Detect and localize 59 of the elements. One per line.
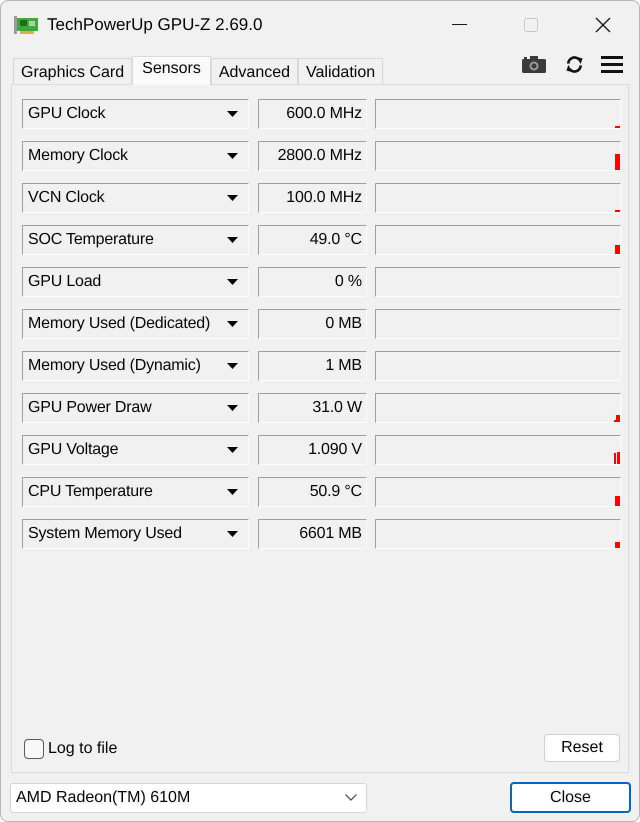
sensor-reading: 0 MB <box>258 309 367 339</box>
sensor-select[interactable]: CPU Temperature <box>22 477 250 507</box>
sensor-select[interactable]: System Memory Used <box>22 519 250 549</box>
sensor-reading: 6601 MB <box>258 519 367 549</box>
dropdown-arrow-icon <box>227 195 238 201</box>
sensor-reading: 1.090 V <box>258 435 367 465</box>
sensor-select[interactable]: VCN Clock <box>22 183 250 213</box>
log-checkbox[interactable] <box>24 738 44 758</box>
graph-trace <box>615 245 620 254</box>
dropdown-arrow-icon <box>227 237 238 243</box>
sensor-reading: 1 MB <box>258 351 367 381</box>
sensor-reading: 31.0 W <box>258 393 367 423</box>
sensor-reading: 50.9 °C <box>258 477 367 507</box>
tab[interactable]: Advanced <box>210 58 298 84</box>
sensor-reading: 49.0 °C <box>258 225 367 255</box>
tab[interactable]: Sensors <box>132 56 211 85</box>
sensor-select[interactable]: Memory Used (Dynamic) <box>22 351 250 381</box>
window-title: TechPowerUp GPU-Z 2.69.0 <box>47 14 262 36</box>
dropdown-arrow-icon <box>227 153 238 159</box>
graph-trace <box>614 452 620 464</box>
dropdown-arrow-icon <box>227 279 238 285</box>
sensor-select[interactable]: GPU Voltage <box>22 435 250 465</box>
tab[interactable]: Validation <box>298 58 384 84</box>
chevron-down-icon <box>345 794 357 801</box>
menu-button[interactable] <box>601 54 623 74</box>
dropdown-arrow-icon <box>227 363 238 369</box>
close-icon <box>595 16 611 32</box>
close-button[interactable]: Close <box>510 782 631 813</box>
graph-trace <box>614 415 620 422</box>
dropdown-arrow-icon <box>227 447 238 453</box>
dropdown-arrow-icon <box>227 531 238 537</box>
sensor-reading: 100.0 MHz <box>258 183 367 213</box>
dropdown-arrow-icon <box>227 321 238 327</box>
dropdown-arrow-icon <box>227 405 238 411</box>
sensor-reading: 0 % <box>258 267 367 297</box>
camera-icon <box>522 56 546 72</box>
sensor-select[interactable]: GPU Clock <box>22 99 250 129</box>
sensor-reading: 2800.0 MHz <box>258 141 367 171</box>
sensor-select[interactable]: GPU Power Draw <box>22 393 250 423</box>
refresh-icon <box>564 54 584 74</box>
sensor-select[interactable]: SOC Temperature <box>22 225 250 255</box>
gpu-select[interactable]: AMD Radeon(TM) 610M <box>10 782 367 812</box>
graph-trace <box>615 542 620 548</box>
tab[interactable]: Graphics Card <box>13 58 132 84</box>
camera-button[interactable] <box>521 54 547 74</box>
log-to-file-label: Log to file <box>48 738 118 758</box>
sensor-select[interactable]: GPU Load <box>22 267 250 297</box>
reset-button[interactable]: Reset <box>544 734 620 762</box>
graph-trace <box>615 496 620 506</box>
graph-trace <box>615 154 620 170</box>
sensor-reading: 600.0 MHz <box>258 99 367 129</box>
dropdown-arrow-icon <box>227 111 238 117</box>
sensor-select[interactable]: Memory Used (Dedicated) <box>22 309 250 339</box>
app-icon <box>14 16 38 34</box>
menu-icon <box>601 56 623 72</box>
dropdown-arrow-icon <box>227 489 238 495</box>
maximize-icon <box>524 18 538 32</box>
sensor-select[interactable]: Memory Clock <box>22 141 250 171</box>
minimize-icon <box>452 24 466 25</box>
